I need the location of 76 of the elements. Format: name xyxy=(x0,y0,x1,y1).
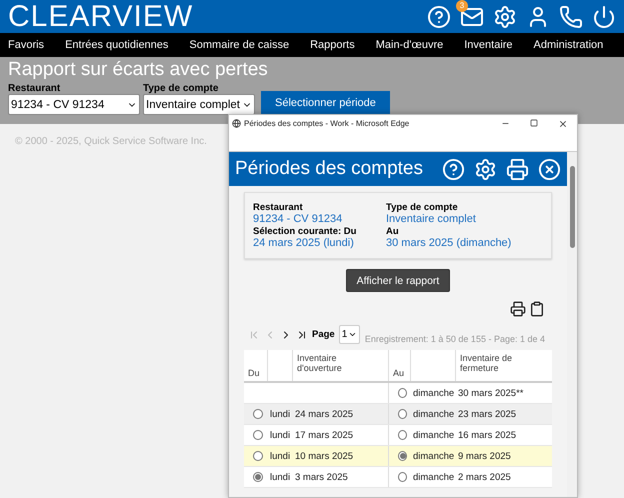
power-icon[interactable] xyxy=(592,4,616,28)
caret-icon xyxy=(348,330,358,339)
table-cell-text: 3 mars 2025 xyxy=(294,470,349,484)
notification-badge: 3 xyxy=(456,0,468,12)
copyright-text: © 2000 - 2025, Quick Service Software Inc. xyxy=(15,136,207,147)
clipboard-icon[interactable] xyxy=(529,301,545,317)
field-label: Restaurant xyxy=(8,83,62,94)
column-header: Inventaire de fermeture xyxy=(455,350,552,381)
page-label: Page xyxy=(312,329,335,340)
dropdown[interactable]: Inventaire complet xyxy=(143,94,255,115)
print-icon[interactable] xyxy=(510,301,526,317)
phone-icon[interactable] xyxy=(559,4,583,28)
page-dropdown[interactable]: 1 xyxy=(338,325,360,344)
table-cell-text: 2 mars 2025 xyxy=(457,470,512,484)
table-cell-text: dimanche xyxy=(412,450,455,464)
settings-icon[interactable] xyxy=(493,4,517,28)
info-label: Type de compte xyxy=(386,202,459,213)
settings-icon[interactable] xyxy=(474,158,497,180)
table-cell-text: 16 mars 2025 xyxy=(457,428,518,442)
info-label: Restaurant xyxy=(253,202,304,213)
radio-button[interactable] xyxy=(253,409,263,419)
table-cell-text: dimanche xyxy=(412,408,455,422)
table-cell-text: dimanche xyxy=(412,428,455,442)
radio-button[interactable] xyxy=(398,451,407,461)
table-cell-text: 17 mars 2025 xyxy=(294,428,354,442)
table-cell-text: lundi xyxy=(269,408,292,422)
nav-item[interactable]: Rapports xyxy=(310,39,355,51)
dropdown[interactable]: 91234 - CV 91234 xyxy=(8,94,140,115)
nav-item[interactable]: Inventaire xyxy=(464,39,513,51)
records-text: Enregistrement: 1 à 50 de 155 - Page: 1 de 4 xyxy=(364,334,545,344)
radio-button[interactable] xyxy=(398,472,407,482)
nav-item[interactable]: Administration xyxy=(534,39,604,51)
table-cell-text: 23 mars 2025 xyxy=(457,408,518,422)
field-label: Type de compte xyxy=(143,83,220,94)
info-value: Inventaire complet xyxy=(386,213,477,225)
page-title: Rapport sur écarts avec pertes xyxy=(8,59,269,81)
info-value: 24 mars 2025 (lundi) xyxy=(253,237,355,249)
print-icon[interactable] xyxy=(506,158,529,180)
table-cell-text: dimanche xyxy=(412,470,455,484)
table-cell-text: dimanche xyxy=(412,386,455,400)
info-value: 30 mars 2025 (dimanche) xyxy=(386,237,512,249)
nav-item[interactable]: Entrées quotidiennes xyxy=(65,39,168,51)
show-report-button[interactable]: Afficher le rapport xyxy=(346,269,450,292)
last-page-icon[interactable] xyxy=(296,328,308,340)
table-cell-text: lundi xyxy=(269,428,292,442)
logo: CLEARVIEW xyxy=(8,0,194,34)
table-cell-text: 24 mars 2025 xyxy=(294,408,354,422)
nav-item[interactable]: Main-d'œuvre xyxy=(376,39,444,51)
select-period-button[interactable]: Sélectionner période xyxy=(261,91,390,115)
column-header: Au xyxy=(388,350,410,381)
table-cell-text: 30 mars 2025** xyxy=(457,386,524,400)
maximize-icon[interactable] xyxy=(530,118,538,126)
close-icon[interactable] xyxy=(538,158,561,180)
column-header: Inventaire d'ouverture xyxy=(292,350,388,381)
radio-button[interactable] xyxy=(398,409,407,419)
info-label: Sélection courante: Du xyxy=(253,226,358,237)
radio-button[interactable] xyxy=(253,472,263,482)
nav-item[interactable]: Favoris xyxy=(8,39,44,51)
popup-title: Périodes des comptes xyxy=(235,158,423,180)
table-cell-text: lundi xyxy=(269,470,292,484)
info-value: 91234 - CV 91234 xyxy=(253,213,344,225)
radio-button[interactable] xyxy=(253,430,263,440)
table-cell-text: 10 mars 2025 xyxy=(294,450,354,464)
column-header: Du xyxy=(247,367,261,380)
nav-item[interactable]: Sommaire de caisse xyxy=(189,39,290,51)
table-cell-text: 9 mars 2025 xyxy=(457,450,512,464)
radio-button[interactable] xyxy=(398,430,407,440)
table-cell-text: lundi xyxy=(269,450,292,464)
window-title: Périodes des comptes - Work - Microsoft Edge xyxy=(244,119,410,128)
help-icon[interactable] xyxy=(427,4,451,28)
globe-icon xyxy=(232,119,241,128)
close-icon[interactable] xyxy=(558,118,568,128)
radio-button[interactable] xyxy=(253,451,263,461)
help-icon[interactable] xyxy=(442,158,465,180)
radio-button[interactable] xyxy=(398,388,407,398)
info-label: Au xyxy=(386,226,400,237)
